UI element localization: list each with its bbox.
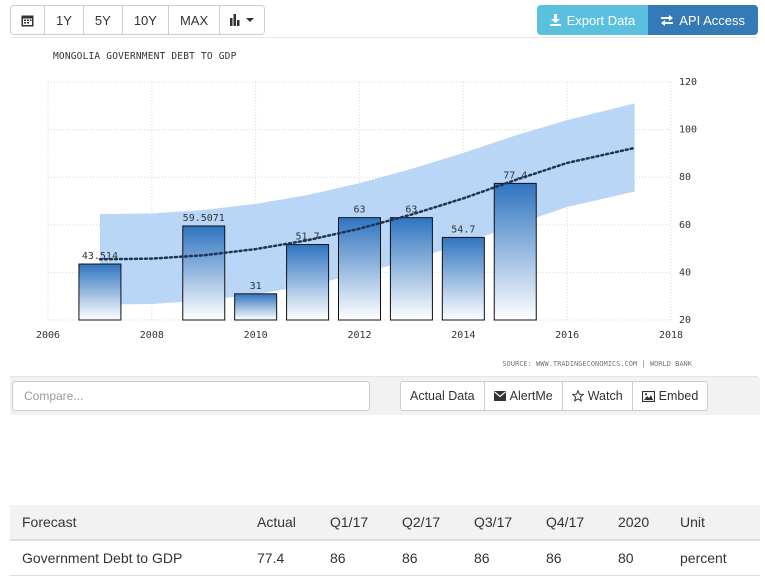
- bar: [182, 225, 226, 321]
- header-q2-17: Q2/17: [390, 505, 462, 541]
- forecast-table: Forecast Actual Q1/17 Q2/17 Q3/17 Q4/17 …: [10, 505, 760, 576]
- cell-actual: 77.4: [245, 540, 318, 576]
- cell-2020: 80: [606, 540, 668, 576]
- cell-q2-17: 86: [390, 540, 462, 576]
- forecast-header-row: Forecast Actual Q1/17 Q2/17 Q3/17 Q4/17 …: [10, 505, 760, 541]
- bar-data-label: 63: [353, 205, 365, 216]
- y-tick-label: 20: [679, 315, 691, 326]
- header-q1-17: Q1/17: [318, 505, 390, 541]
- header-2020: 2020: [606, 505, 668, 541]
- x-tick-label: 2018: [659, 330, 683, 341]
- chart-action-group: Actual Data AlertMe Watch Embed: [400, 381, 709, 411]
- alertme-label: AlertMe: [509, 389, 553, 403]
- range-1y-button[interactable]: 1Y: [45, 6, 84, 34]
- x-tick-label: 2014: [451, 330, 475, 341]
- envelope-icon: [493, 391, 506, 401]
- bar: [389, 217, 433, 321]
- table-row: Government Debt to GDP 77.4 86 86 86 86 …: [10, 540, 760, 576]
- range-10y-button[interactable]: 10Y: [122, 6, 169, 34]
- calendar-button[interactable]: [11, 6, 45, 34]
- actual-data-button[interactable]: Actual Data: [401, 382, 485, 410]
- chart-type-dropdown[interactable]: [220, 6, 265, 34]
- cell-q4-17: 86: [534, 540, 606, 576]
- caret-down-icon: [246, 18, 255, 22]
- header-forecast: Forecast: [10, 505, 245, 541]
- embed-label: Embed: [658, 389, 699, 403]
- cell-unit: percent: [668, 540, 760, 576]
- x-tick-label: 2012: [347, 330, 371, 341]
- header-q4-17: Q4/17: [534, 505, 606, 541]
- bar-data-label: 54.7: [451, 224, 475, 235]
- calendar-icon: [21, 15, 34, 26]
- x-tick-label: 2006: [36, 330, 60, 341]
- y-tick-label: 100: [679, 125, 697, 136]
- bar-chart-icon: [230, 14, 240, 26]
- bar: [286, 244, 330, 321]
- range-5y-button[interactable]: 5Y: [83, 6, 123, 34]
- range-toolbar: 1Y 5Y 10Y MAX: [10, 5, 266, 35]
- y-tick-label: 80: [679, 172, 691, 183]
- embed-button[interactable]: Embed: [632, 382, 708, 410]
- bar: [441, 236, 485, 321]
- x-tick-label: 2016: [555, 330, 579, 341]
- watch-label: Watch: [587, 389, 623, 403]
- cell-q3-17: 86: [462, 540, 534, 576]
- chart-area: MONGOLIA GOVERNMENT DEBT TO GDP 43.514 59…: [10, 38, 760, 376]
- alertme-button[interactable]: AlertMe: [484, 382, 563, 410]
- y-tick-label: 40: [679, 267, 691, 278]
- x-tick-label: 2010: [244, 330, 268, 341]
- debt-chart: 43.51459.50713151.763 6354.777.42006 2008 2…: [36, 77, 697, 341]
- bar: [234, 293, 278, 321]
- header-q3-17: Q3/17: [462, 505, 534, 541]
- image-icon: [641, 390, 655, 402]
- bar-data-label: 31: [250, 281, 262, 292]
- cell-indicator[interactable]: Government Debt to GDP: [10, 540, 245, 576]
- header-unit: Unit: [668, 505, 760, 541]
- star-icon: [571, 390, 584, 402]
- bar-data-label: 59.5071: [183, 213, 225, 224]
- compare-input[interactable]: [12, 381, 370, 411]
- cell-q1-17: 86: [318, 540, 390, 576]
- api-access-label: API Access: [679, 12, 745, 28]
- api-access-button[interactable]: API Access: [648, 5, 758, 35]
- chart-source: SOURCE: WWW.TRADINGECONOMICS.COM | WORLD…: [502, 360, 692, 368]
- x-tick-label: 2008: [140, 330, 164, 341]
- bar: [78, 263, 122, 321]
- exchange-icon: [661, 14, 674, 26]
- download-icon: [549, 14, 561, 26]
- range-max-button[interactable]: MAX: [168, 6, 221, 34]
- watch-button[interactable]: Watch: [562, 382, 633, 410]
- header-actual: Actual: [245, 505, 318, 541]
- y-tick-label: 60: [679, 220, 691, 231]
- actual-data-label: Actual Data: [410, 389, 475, 403]
- y-tick-label: 120: [679, 77, 697, 88]
- export-data-label: Export Data: [566, 12, 636, 28]
- bar: [493, 182, 537, 321]
- data-access-group: Export Data API Access: [536, 5, 758, 35]
- export-data-button[interactable]: Export Data: [536, 5, 649, 35]
